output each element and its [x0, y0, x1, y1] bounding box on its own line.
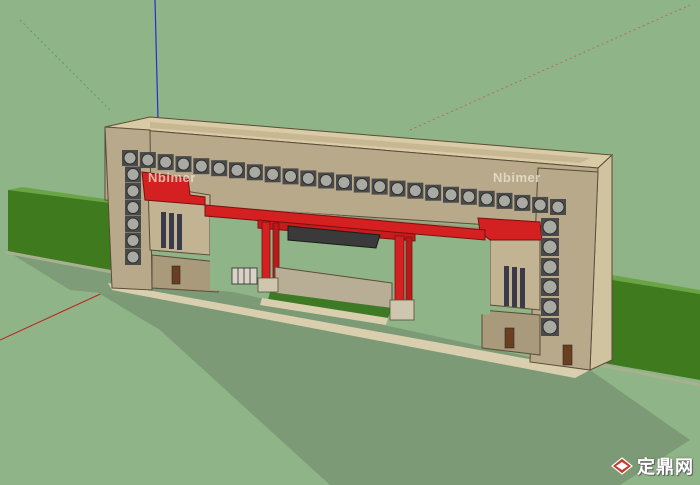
diamond-logo-icon [611, 457, 633, 475]
right-tower-window [504, 266, 509, 306]
rosette [194, 159, 208, 173]
right-red-cap [477, 217, 543, 241]
site-logo-text: 定鼎网 [637, 457, 694, 478]
3d-modeling-viewport[interactable]: Nbimer Nbimer 定鼎网 [0, 0, 700, 485]
rosette [126, 250, 140, 264]
right-door [504, 327, 515, 349]
rosette [515, 196, 529, 210]
rosette [301, 171, 315, 185]
rosette [542, 319, 558, 335]
rosette [212, 161, 226, 175]
right-tower-window [520, 268, 525, 308]
gate-model-scene[interactable] [0, 0, 700, 485]
rosette [551, 200, 565, 214]
left-tower-window [177, 214, 182, 250]
blue-axis [154, 0, 159, 121]
rosette [126, 168, 140, 181]
rosette [141, 153, 155, 167]
pillar-foot-right [389, 299, 415, 321]
watermark-left: Nbimer [148, 170, 196, 185]
rosette [542, 219, 558, 235]
left-tower-base [151, 254, 219, 293]
left-tower-window [161, 212, 166, 248]
rosette [126, 234, 140, 247]
pillar-foot-left [257, 277, 279, 293]
rosette [126, 201, 140, 214]
red-axis-dotted [409, 4, 691, 131]
rosette [284, 169, 297, 183]
rosette [533, 198, 547, 212]
rosette [408, 184, 422, 198]
red-column-1 [261, 221, 271, 281]
red-column-3 [394, 235, 405, 303]
rosette [391, 182, 404, 196]
rosette [248, 165, 262, 179]
rosette [542, 239, 558, 255]
right-tower-window [512, 267, 517, 307]
site-logo[interactable]: 定鼎网 [611, 453, 694, 479]
rosette [319, 173, 333, 187]
rosette [373, 180, 387, 194]
rosette [123, 151, 137, 165]
rosette [126, 217, 140, 231]
fence-gate [231, 267, 258, 285]
rosette [177, 157, 190, 171]
rosette [355, 178, 369, 192]
rosette [126, 184, 140, 198]
rosette [542, 259, 558, 275]
rosette [444, 188, 458, 202]
watermark-right: Nbimer [493, 170, 541, 185]
right-hedge-front [598, 278, 700, 380]
rosette [542, 299, 558, 315]
rosette [426, 186, 440, 200]
rosette [542, 279, 558, 295]
green-axis-dotted [19, 19, 111, 111]
rosette [159, 155, 173, 169]
rosette [230, 163, 244, 177]
rosette [498, 194, 511, 208]
rosette [266, 167, 280, 181]
rosette [480, 192, 494, 206]
left-tower-window [169, 213, 174, 249]
rosette [462, 190, 476, 204]
red-column-4 [405, 236, 413, 303]
left-door [171, 265, 181, 285]
rosette [337, 176, 351, 189]
side-door [562, 344, 573, 366]
